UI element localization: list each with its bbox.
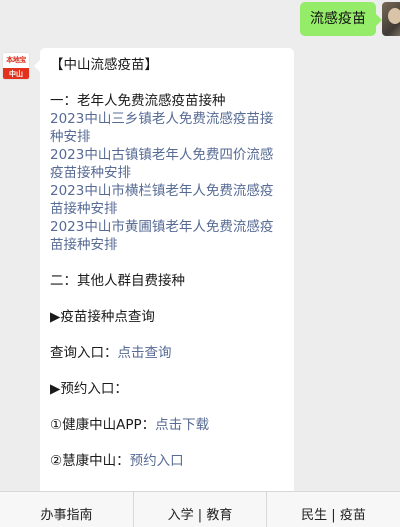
app1-download-link[interactable]: 点击下载 <box>155 417 209 433</box>
bot-avatar-city: 中山 <box>3 68 29 79</box>
app1-row: ①健康中山APP：点击下载 <box>50 416 286 434</box>
link-guzhen-vaccine[interactable]: 2023中山古镇镇老年人免费四价流感疫苗接种安排 <box>50 146 286 182</box>
app2-row: ②慧康中山：预约入口 <box>50 452 286 470</box>
user-avatar[interactable] <box>382 2 400 36</box>
app2-booking-link[interactable]: 预约入口 <box>130 453 184 469</box>
section-free-vaccine: 一：老年人免费流感疫苗接种 <box>50 93 226 109</box>
menu-item-vaccine[interactable]: 民生 | 疫苗 <box>266 492 400 527</box>
bot-avatar-brand: 本地宝 <box>6 56 26 64</box>
query-row: 查询入口：点击查询 <box>50 344 286 362</box>
message-title: 【中山流感疫苗】 <box>50 57 158 73</box>
menu-item-guide[interactable]: 办事指南 <box>0 492 133 527</box>
query-link[interactable]: 点击查询 <box>118 345 172 361</box>
link-sanxiang-vaccine[interactable]: 2023中山三乡镇老人免费流感疫苗接种安排 <box>50 110 286 146</box>
link-huangpu-vaccine[interactable]: 2023中山市黄圃镇老年人免费流感疫苗接种安排 <box>50 218 286 254</box>
outgoing-message-bubble[interactable]: 流感疫苗 <box>300 2 382 36</box>
app1-label: ①健康中山APP： <box>50 417 156 433</box>
app2-label: ②慧康中山： <box>50 453 130 469</box>
bot-avatar[interactable]: 本地宝 中山 <box>2 52 30 80</box>
incoming-message-bubble: 【中山流感疫苗】 一：老年人免费流感疫苗接种 2023中山三乡镇老人免费流感疫苗… <box>34 48 294 508</box>
query-heading: ▶疫苗接种点查询 <box>50 309 155 325</box>
menu-item-education[interactable]: 入学 | 教育 <box>133 492 266 527</box>
outgoing-message-row: 流感疫苗 <box>0 0 400 40</box>
booking-heading: ▶预约入口： <box>50 381 128 397</box>
section-self-paid: 二：其他人群自费接种 <box>50 273 185 289</box>
bottom-menu-bar: 办事指南 入学 | 教育 民生 | 疫苗 <box>0 491 400 527</box>
link-henglan-vaccine[interactable]: 2023中山市横栏镇老年人免费流感疫苗接种安排 <box>50 182 286 218</box>
query-label: 查询入口： <box>50 345 118 361</box>
